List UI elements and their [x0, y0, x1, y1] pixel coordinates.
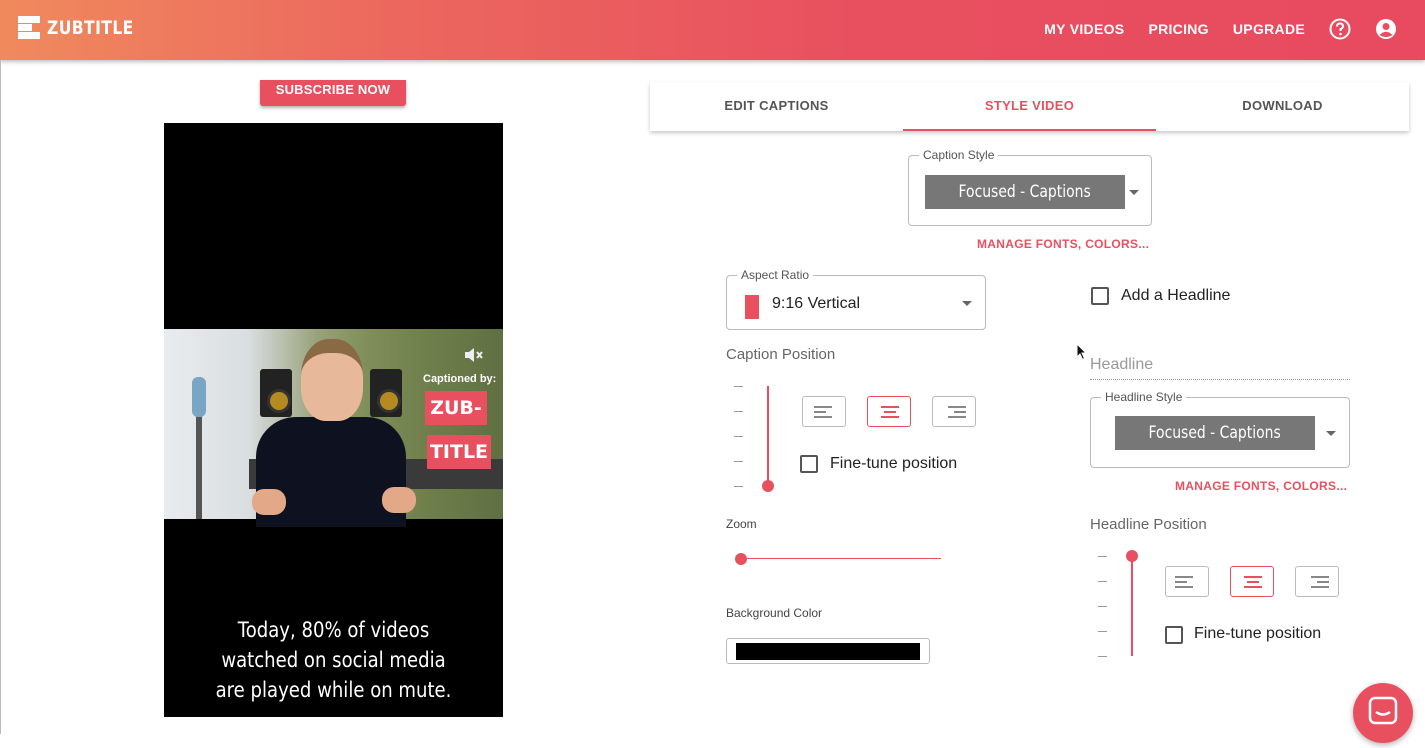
zub-badge: ZUB- [425, 391, 487, 425]
headline-position-slider-track[interactable] [1131, 556, 1133, 656]
position-tick [734, 461, 743, 462]
position-tick [1098, 656, 1107, 657]
position-tick [734, 411, 743, 412]
account-circle-icon[interactable] [1375, 18, 1397, 40]
caption-position-slider-handle[interactable] [762, 480, 774, 492]
position-tick [1098, 581, 1107, 582]
help-circle-icon[interactable] [1329, 18, 1351, 40]
caption-line: are played while on mute. [215, 678, 452, 702]
nav-my-videos[interactable]: MY VIDEOS [1044, 21, 1124, 37]
speaker-left [260, 369, 292, 417]
caption-fine-tune-checkbox[interactable] [800, 455, 818, 473]
hand-right [382, 487, 416, 513]
headline-style-value: Focused - Captions [1115, 416, 1315, 450]
subscribe-now-button[interactable]: SUBSCRIBE NOW [260, 80, 406, 106]
headline-align-center-button[interactable] [1230, 566, 1274, 597]
aspect-ratio-select[interactable]: Aspect Ratio 9:16 Vertical [726, 268, 986, 330]
zoom-slider-track[interactable] [741, 558, 941, 559]
position-tick [734, 386, 743, 387]
headline-style-legend: Headline Style [1101, 390, 1187, 404]
zoom-slider-handle[interactable] [735, 553, 747, 565]
caption-manage-fonts-link[interactable]: MANAGE FONTS, COLORS... [977, 237, 1149, 251]
background-color-picker[interactable] [726, 638, 930, 664]
caption-line: watched on social media [221, 648, 446, 672]
caption-style-dropdown-icon [1129, 190, 1139, 195]
caption-style-select[interactable]: Caption Style Focused - Captions [908, 148, 1152, 226]
position-tick [1098, 606, 1107, 607]
title-badge: TITLE [427, 435, 491, 469]
caption-style-legend: Caption Style [919, 148, 999, 162]
headline-align-right-button[interactable] [1295, 566, 1339, 597]
microphone [192, 377, 206, 417]
headline-position-slider-handle[interactable] [1126, 550, 1138, 562]
aspect-ratio-value: 9:16 Vertical [772, 295, 861, 312]
background-color-swatch [736, 643, 920, 660]
tab-style-video[interactable]: STYLE VIDEO [903, 82, 1156, 131]
caption-style-value: Focused - Captions [925, 175, 1125, 209]
speaker-right [370, 369, 402, 417]
caption-line: Today, 80% of videos [237, 618, 430, 642]
top-bar: ZUBTITLE MY VIDEOS PRICING UPGRADE [0, 0, 1425, 60]
headline-input[interactable]: Headline [1090, 352, 1350, 380]
chat-icon [1368, 696, 1398, 725]
captioned-by-text: Captioned by: [423, 373, 497, 385]
headline-style-dropdown-icon [1326, 431, 1336, 436]
caption-align-left-button[interactable] [802, 396, 846, 427]
zoom-label: Zoom [726, 517, 757, 531]
caption-fine-tune-label: Fine-tune position [830, 455, 958, 472]
nav-pricing[interactable]: PRICING [1148, 21, 1208, 37]
headline-fine-tune-label: Fine-tune position [1194, 625, 1322, 642]
position-tick [734, 436, 743, 437]
caption-overlay: Today, 80% of videos watched on social m… [188, 615, 480, 705]
aspect-ratio-legend: Aspect Ratio [737, 268, 814, 282]
person-head [301, 339, 363, 421]
position-tick [1098, 631, 1107, 632]
add-headline-label: Add a Headline [1121, 287, 1231, 304]
logo-mark-icon [18, 16, 40, 40]
tab-edit-captions[interactable]: EDIT CAPTIONS [650, 82, 903, 131]
add-headline-checkbox[interactable] [1091, 287, 1109, 305]
headline-position-label: Headline Position [1090, 516, 1207, 533]
volume-mute-icon[interactable] [464, 347, 484, 363]
headline-fine-tune-checkbox[interactable] [1165, 626, 1183, 644]
logo-text: ZUBTITLE [47, 17, 134, 39]
caption-align-right-button[interactable] [932, 396, 976, 427]
nav-upgrade[interactable]: UPGRADE [1233, 21, 1305, 37]
chat-launcher-button[interactable] [1353, 683, 1413, 743]
headline-style-select[interactable]: Headline Style Focused - Captions [1090, 390, 1350, 468]
background-color-label: Background Color [726, 606, 823, 620]
position-tick [1098, 556, 1107, 557]
aspect-ratio-dropdown-icon [962, 301, 972, 306]
caption-position-label: Caption Position [726, 346, 836, 363]
hand-left [252, 489, 286, 515]
caption-align-center-button[interactable] [867, 396, 911, 427]
video-frame: Captioned by: ZUB- TITLE [164, 329, 503, 527]
headline-manage-fonts-link[interactable]: MANAGE FONTS, COLORS... [1175, 479, 1347, 493]
logo[interactable]: ZUBTITLE [18, 16, 153, 40]
main-nav: MY VIDEOS PRICING UPGRADE [1020, 0, 1397, 58]
video-preview[interactable]: Captioned by: ZUB- TITLE Today, 80% of v… [164, 123, 503, 717]
page-left-border [0, 60, 1, 734]
tab-download[interactable]: DOWNLOAD [1156, 82, 1409, 131]
headline-align-left-button[interactable] [1165, 566, 1209, 597]
caption-position-slider-track[interactable] [767, 386, 769, 486]
position-tick [734, 486, 743, 487]
mouse-cursor-icon [1076, 343, 1088, 361]
vertical-ratio-icon [745, 295, 759, 319]
editor-tabs: EDIT CAPTIONS STYLE VIDEO DOWNLOAD [650, 82, 1409, 131]
